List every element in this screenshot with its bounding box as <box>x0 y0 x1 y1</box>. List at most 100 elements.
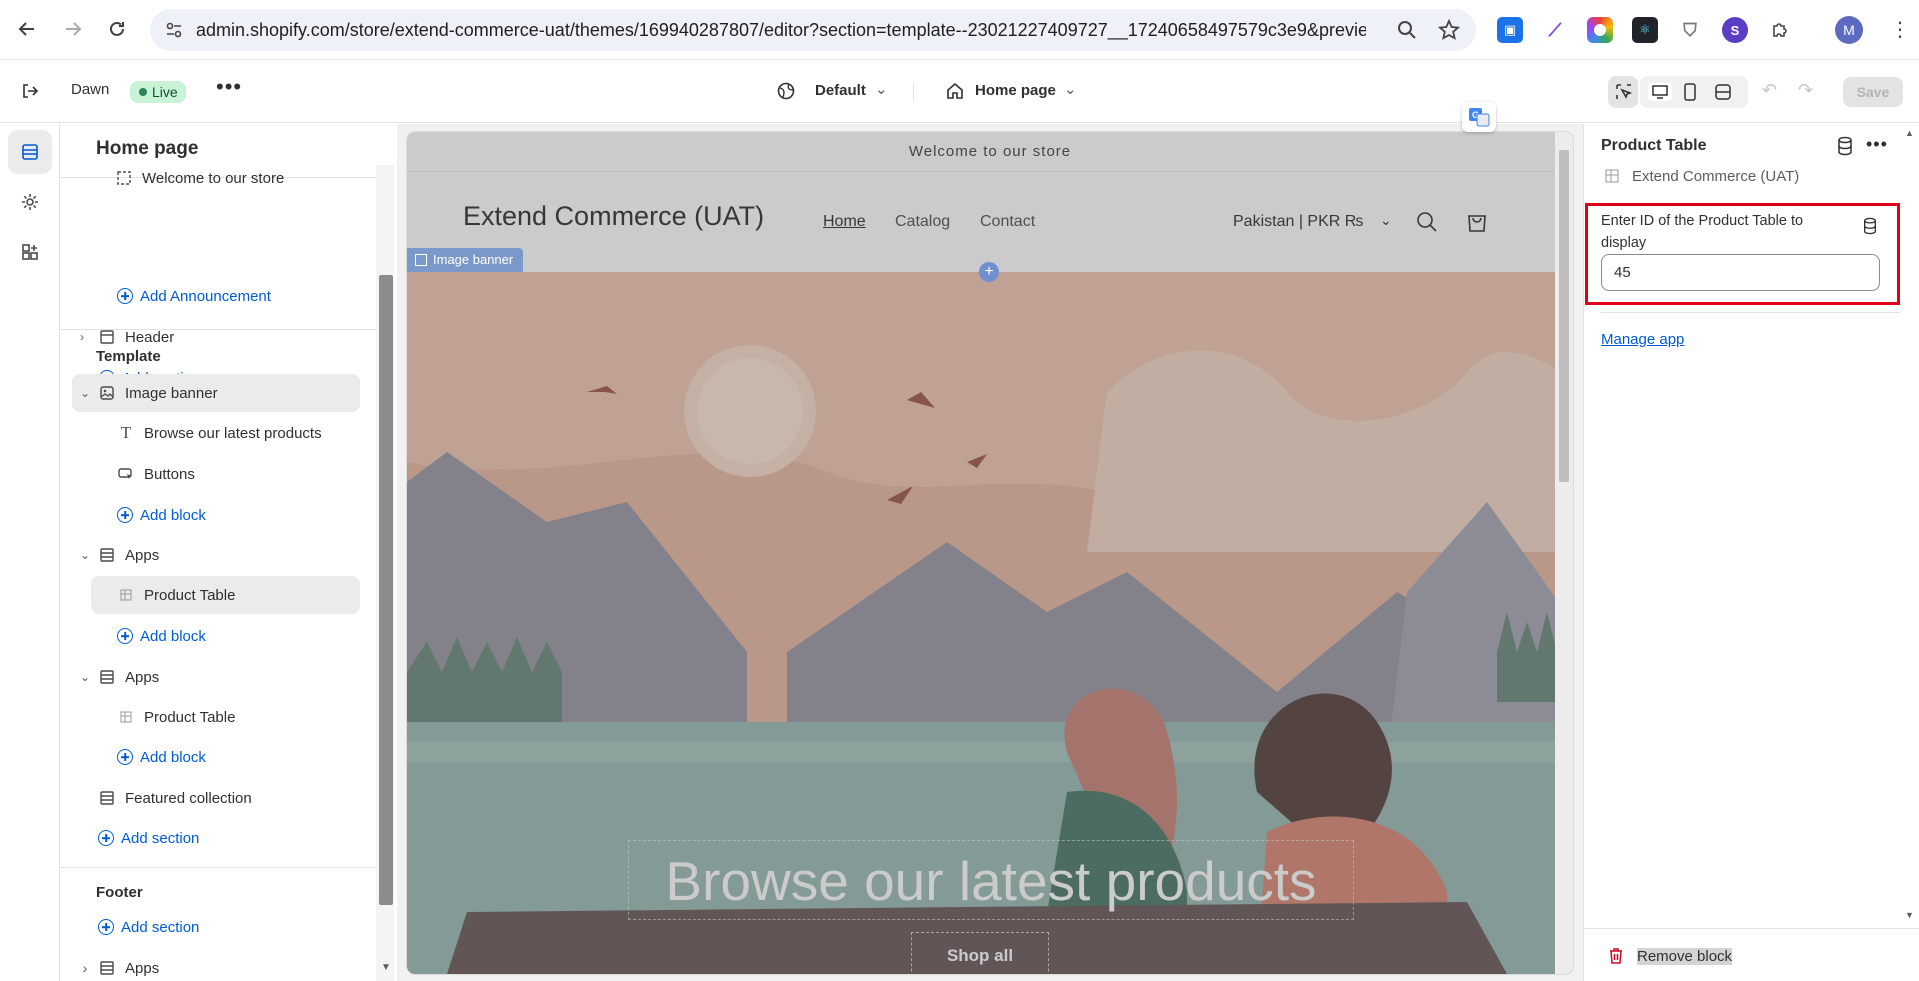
sidebar-item-apps[interactable]: › Apps <box>72 949 160 981</box>
image-icon <box>98 384 116 402</box>
exit-icon[interactable] <box>20 81 40 105</box>
add-section-button[interactable]: Add section <box>98 908 199 946</box>
chevron-down-icon: ⌄ <box>875 81 888 98</box>
banner-heading[interactable]: Browse our latest products <box>628 840 1354 920</box>
dynamic-source-icon[interactable] <box>1862 217 1878 240</box>
trash-icon[interactable] <box>1608 947 1624 970</box>
url-text: admin.shopify.com/store/extend-commerce-… <box>196 19 1366 40</box>
s-extension-icon[interactable]: S <box>1722 17 1748 43</box>
sidebar-item-apps[interactable]: ⌄ Apps <box>72 658 159 696</box>
browser-toolbar: admin.shopify.com/store/extend-commerce-… <box>0 0 1919 60</box>
chevron-down-icon: ⌄ <box>1380 212 1392 228</box>
zoom-icon[interactable] <box>1396 19 1418 46</box>
chevron-down-icon: ⌄ <box>79 386 91 400</box>
panel-scroll-up-icon[interactable]: ▲ <box>1905 128 1914 138</box>
sidebar-item-product-table[interactable]: Product Table <box>91 576 360 614</box>
site-info-icon[interactable] <box>164 20 184 45</box>
add-block-button[interactable]: Add block <box>117 496 206 534</box>
app-block-icon <box>117 586 135 604</box>
desktop-icon[interactable] <box>1648 83 1672 101</box>
panel-scroll-down-icon[interactable]: ▼ <box>1905 910 1914 920</box>
search-icon[interactable] <box>1415 210 1439 239</box>
preview-scrollbar-thumb[interactable] <box>1559 150 1569 482</box>
color-picker-extension-icon[interactable] <box>1587 17 1613 43</box>
nav-contact-link[interactable]: Contact <box>980 213 1035 231</box>
settings-gear-icon[interactable] <box>8 180 52 224</box>
sidebar-item-buttons[interactable]: Buttons <box>117 455 195 493</box>
bookmark-star-icon[interactable] <box>1437 18 1461 46</box>
screen-capture-extension-icon[interactable]: ▣ <box>1497 17 1523 43</box>
sidebar-item-label: Image banner <box>125 384 218 402</box>
image-banner-section[interactable]: Browse our latest products Shop all <box>407 272 1573 974</box>
sections-icon[interactable] <box>8 130 52 174</box>
database-icon[interactable] <box>1836 136 1854 161</box>
add-block-label: Add block <box>140 627 206 645</box>
left-rail <box>0 124 60 981</box>
react-devtools-icon[interactable]: ⚛ <box>1632 17 1658 43</box>
globe-icon <box>776 81 796 105</box>
more-actions-icon[interactable]: ••• <box>216 74 242 100</box>
plus-circle-icon <box>98 919 114 935</box>
add-block-label: Add block <box>140 506 206 524</box>
chevron-right-icon: › <box>80 330 84 344</box>
shop-all-button[interactable]: Shop all <box>911 932 1049 974</box>
add-section-button[interactable]: Add section <box>98 819 199 857</box>
reload-icon[interactable] <box>100 12 134 46</box>
sidebar-item-label: Product Table <box>144 708 236 726</box>
add-block-button[interactable]: Add block <box>117 617 206 655</box>
page-selector[interactable]: Home page <box>975 82 1056 99</box>
remove-block-button[interactable]: Remove block <box>1637 948 1733 965</box>
add-announcement-button[interactable]: Add Announcement <box>117 277 271 315</box>
app-block-icon <box>117 708 135 726</box>
chevron-down-icon: ⌄ <box>1064 81 1077 98</box>
forward-icon[interactable] <box>56 12 90 46</box>
topbar-divider <box>913 82 914 102</box>
sidebar-scrollbar-thumb[interactable] <box>379 275 393 905</box>
add-section-plus-icon[interactable]: + <box>979 262 999 282</box>
sidebar-item-image-banner[interactable]: ⌄ Image banner <box>72 374 360 412</box>
undo-icon[interactable]: ↶ <box>1762 80 1777 101</box>
product-table-id-input[interactable] <box>1601 254 1880 291</box>
panel-title: Product Table <box>1601 137 1707 154</box>
plus-circle-icon <box>117 507 133 523</box>
add-block-label: Add block <box>140 748 206 766</box>
save-button[interactable]: Save <box>1843 77 1903 107</box>
sidebar-item-featured-collection[interactable]: Featured collection <box>98 779 252 817</box>
section-sidebar: Home page Welcome to our store ▲ Add Ann… <box>60 124 397 981</box>
footer-heading: Footer <box>96 884 143 901</box>
sidebar-item-announcement[interactable]: Welcome to our store <box>115 161 284 195</box>
default-selector[interactable]: Default <box>815 82 866 99</box>
cart-icon[interactable] <box>1464 208 1490 239</box>
home-icon <box>945 81 965 105</box>
scroll-down-arrow-icon[interactable]: ▼ <box>381 962 391 973</box>
editor-topbar: Dawn Live ••• Default ⌄ Home page ⌄ ↶ ↷ … <box>0 60 1919 123</box>
manage-app-link[interactable]: Manage app <box>1601 331 1684 348</box>
inspector-toggle[interactable] <box>1608 76 1638 108</box>
add-block-button[interactable]: Add block <box>117 738 206 776</box>
mobile-icon[interactable] <box>1682 83 1698 105</box>
translate-icon[interactable]: G <box>1462 102 1496 132</box>
store-header: Extend Commerce (UAT) Home Catalog Conta… <box>407 172 1573 262</box>
pen-extension-icon[interactable]: ⟋ <box>1542 17 1568 43</box>
chevron-right-icon: › <box>82 960 88 976</box>
nav-home-link[interactable]: Home <box>823 213 866 231</box>
sidebar-item-product-table[interactable]: Product Table <box>117 698 235 736</box>
extensions-puzzle-icon[interactable] <box>1767 17 1793 43</box>
sidebar-item-text-block[interactable]: T Browse our latest products <box>117 414 322 452</box>
fullscreen-icon[interactable] <box>1714 83 1732 105</box>
back-icon[interactable] <box>10 12 44 46</box>
profile-avatar[interactable]: M <box>1835 16 1863 44</box>
currency-selector[interactable]: Pakistan | PKR ₨ <box>1233 213 1363 231</box>
nav-catalog-link[interactable]: Catalog <box>895 213 950 231</box>
apps-icon[interactable] <box>8 230 52 274</box>
redo-icon[interactable]: ↷ <box>1798 80 1813 101</box>
sidebar-item-apps[interactable]: ⌄ Apps <box>72 536 159 574</box>
browser-menu-icon[interactable]: ⋮ <box>1890 18 1910 42</box>
store-name[interactable]: Extend Commerce (UAT) <box>463 201 764 232</box>
collection-icon <box>98 789 116 807</box>
address-bar[interactable]: admin.shopify.com/store/extend-commerce-… <box>150 9 1476 51</box>
button-cursor-icon <box>117 465 135 483</box>
shield-extension-icon[interactable]: ⛉ <box>1677 17 1703 43</box>
more-options-icon[interactable]: ••• <box>1866 134 1888 155</box>
store-preview-frame[interactable]: Welcome to our store Extend Commerce (UA… <box>407 132 1573 974</box>
